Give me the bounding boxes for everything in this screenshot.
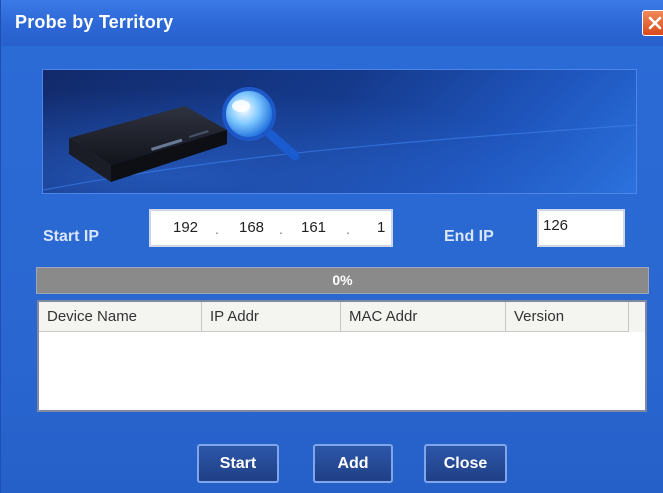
- device-table[interactable]: Device Name IP Addr MAC Addr Version: [37, 300, 647, 412]
- column-device-name[interactable]: Device Name: [39, 302, 202, 332]
- ip-dot: .: [279, 221, 283, 237]
- title-bar[interactable]: Probe by Territory: [1, 0, 663, 46]
- probe-progress-bar: 0%: [36, 267, 649, 294]
- start-ip-label: Start IP: [43, 228, 100, 245]
- end-ip-value[interactable]: 126: [543, 217, 568, 234]
- end-ip-label: End IP: [444, 228, 494, 245]
- start-ip-octet-3[interactable]: 161: [301, 219, 326, 236]
- close-x-glyph: [648, 16, 662, 30]
- table-header: Device Name IP Addr MAC Addr Version: [39, 302, 645, 332]
- probe-banner: [42, 69, 637, 194]
- progress-label: 0%: [332, 272, 353, 288]
- column-version[interactable]: Version: [506, 302, 629, 332]
- window-title: Probe by Territory: [15, 12, 174, 32]
- start-ip-octet-1[interactable]: 192: [173, 219, 198, 236]
- ip-dot: .: [346, 221, 350, 237]
- add-button[interactable]: Add: [313, 444, 393, 483]
- end-ip-input[interactable]: 126: [537, 209, 625, 247]
- column-mac-addr[interactable]: MAC Addr: [341, 302, 506, 332]
- ip-dot: .: [215, 221, 219, 237]
- banner-illustration: [43, 70, 636, 193]
- column-ip-addr[interactable]: IP Addr: [202, 302, 341, 332]
- close-button[interactable]: Close: [424, 444, 507, 483]
- start-ip-octet-4[interactable]: 1: [377, 219, 385, 236]
- start-ip-input[interactable]: 192 . 168 . 161 . 1: [149, 209, 393, 247]
- start-ip-octet-2[interactable]: 168: [239, 219, 264, 236]
- start-button[interactable]: Start: [197, 444, 279, 483]
- probe-dialog: Probe by Territory Start IP 192 . 168 . …: [0, 0, 663, 493]
- close-icon[interactable]: [642, 10, 663, 36]
